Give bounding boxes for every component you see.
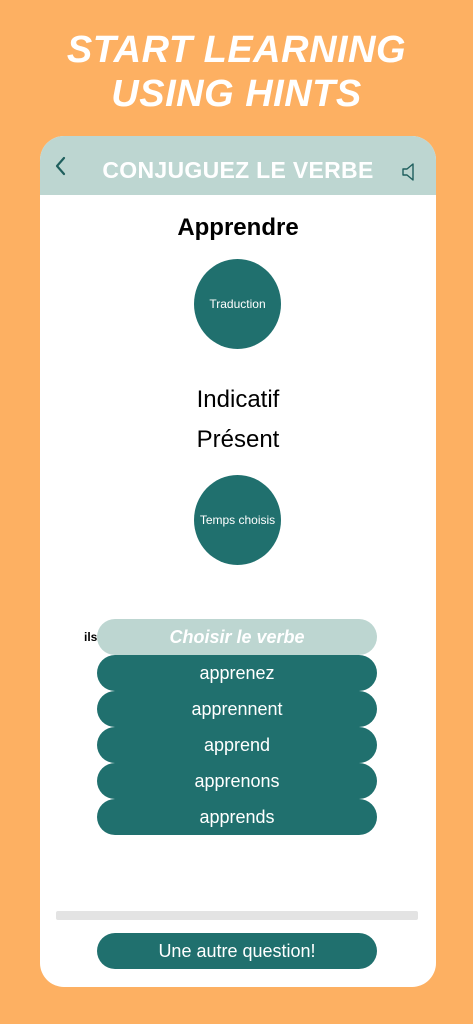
verb-title: Apprendre (177, 214, 299, 241)
tense-select-button[interactable]: Temps choisis (194, 475, 281, 565)
verb-option[interactable]: apprenons (97, 763, 377, 799)
sound-button[interactable] (398, 161, 420, 183)
back-button[interactable] (46, 152, 74, 180)
verb-option[interactable]: apprennent (97, 691, 377, 727)
verb-option[interactable]: apprend (97, 727, 377, 763)
progress-bar (56, 911, 418, 920)
choose-verb-dropdown[interactable]: Choisir le verbe (97, 619, 377, 655)
next-question-button[interactable]: Une autre question! (97, 933, 377, 969)
chevron-left-icon (55, 156, 66, 176)
phone-screen: CONJUGUEZ LE VERBE Apprendre Traduction … (40, 136, 436, 987)
verb-option[interactable]: apprends (97, 799, 377, 835)
verb-options-list: apprenez apprennent apprend apprenons ap… (97, 655, 377, 835)
promo-headline: START LEARNING USING HINTS (0, 28, 473, 116)
page-title: CONJUGUEZ LE VERBE (102, 157, 374, 183)
mode-label: Indicatif (196, 386, 280, 413)
promo-headline-line2: USING HINTS (111, 73, 362, 115)
promo-headline-line1: START LEARNING (66, 29, 407, 71)
verb-option[interactable]: apprenez (97, 655, 377, 691)
translation-button[interactable]: Traduction (194, 259, 281, 349)
tense-label: Présent (196, 426, 280, 453)
speaker-icon (402, 163, 414, 181)
top-bar: CONJUGUEZ LE VERBE (40, 136, 436, 195)
pronoun-label: ils (84, 630, 98, 644)
